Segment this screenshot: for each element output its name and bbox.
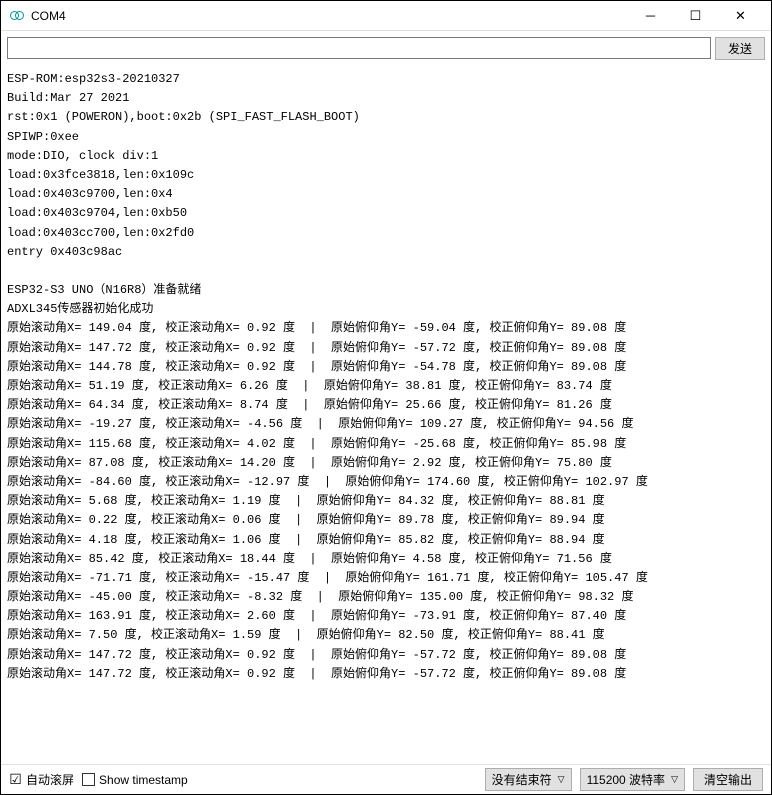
serial-monitor-window: COM4 ─ ☐ ✕ 发送 ESP-ROM:esp32s3-20210327 B…: [0, 0, 772, 795]
send-button[interactable]: 发送: [715, 37, 765, 60]
footer: ☑ 自动滚屏 Show timestamp 没有结束符 ▽ 115200 波特率…: [1, 764, 771, 794]
autoscroll-checkbox[interactable]: ☑ 自动滚屏: [9, 771, 74, 788]
baud-rate-select[interactable]: 115200 波特率 ▽: [580, 768, 685, 791]
autoscroll-label: 自动滚屏: [26, 771, 74, 788]
timestamp-label: Show timestamp: [99, 773, 188, 787]
serial-input[interactable]: [7, 37, 711, 59]
arduino-icon: [9, 8, 25, 24]
minimize-button[interactable]: ─: [628, 1, 673, 31]
maximize-button[interactable]: ☐: [673, 1, 718, 31]
chevron-down-icon: ▽: [671, 774, 678, 785]
chevron-down-icon: ▽: [558, 774, 565, 785]
serial-console[interactable]: ESP-ROM:esp32s3-20210327 Build:Mar 27 20…: [1, 66, 771, 764]
line-ending-select[interactable]: 没有结束符 ▽: [485, 768, 572, 791]
clear-output-button[interactable]: 清空输出: [693, 768, 763, 791]
window-controls: ─ ☐ ✕: [628, 1, 763, 31]
titlebar: COM4 ─ ☐ ✕: [1, 1, 771, 31]
window-title: COM4: [31, 9, 628, 23]
timestamp-checkbox[interactable]: Show timestamp: [82, 773, 188, 787]
close-button[interactable]: ✕: [718, 1, 763, 31]
toolbar: 发送: [1, 31, 771, 66]
